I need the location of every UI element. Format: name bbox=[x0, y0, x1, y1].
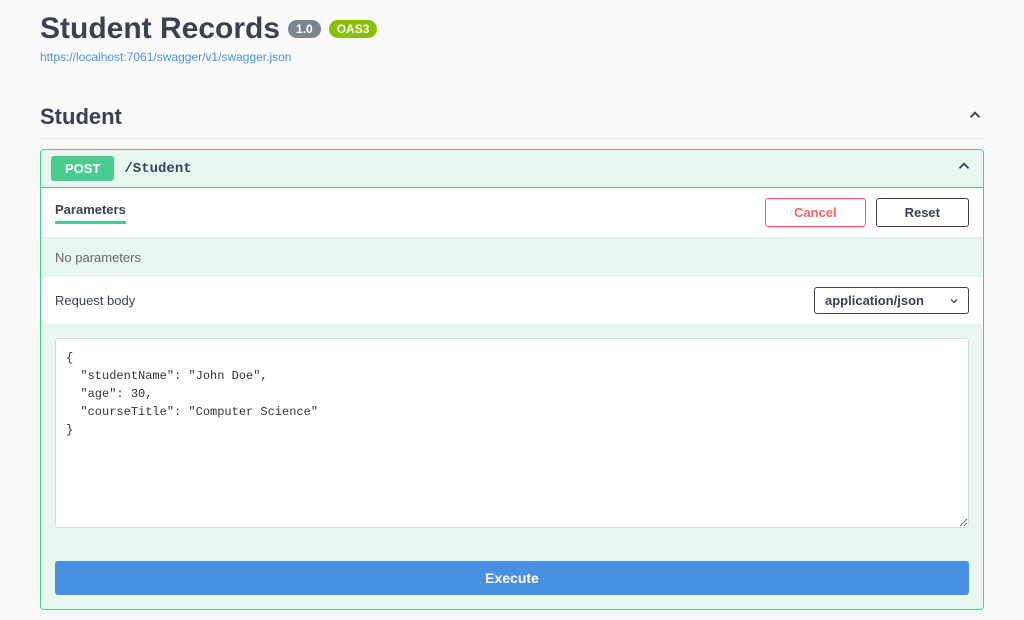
no-parameters-text: No parameters bbox=[41, 238, 983, 277]
request-body-editor[interactable] bbox=[55, 338, 969, 528]
operation-path: /Student bbox=[124, 161, 191, 177]
request-body-title: Request body bbox=[55, 293, 135, 308]
operation-block: POST /Student Parameters Cancel Reset No… bbox=[40, 149, 984, 610]
operation-summary[interactable]: POST /Student bbox=[41, 150, 983, 188]
tag-name: Student bbox=[40, 104, 122, 130]
api-title: Student Records bbox=[40, 12, 280, 46]
swagger-json-link[interactable]: https://localhost:7061/swagger/v1/swagge… bbox=[40, 50, 291, 64]
parameters-title: Parameters bbox=[55, 202, 126, 224]
chevron-up-icon bbox=[966, 106, 984, 129]
cancel-button[interactable]: Cancel bbox=[765, 198, 866, 227]
request-body-header: Request body application/json bbox=[41, 277, 983, 324]
parameters-header: Parameters Cancel Reset bbox=[41, 188, 983, 238]
api-header: Student Records 1.0 OAS3 https://localho… bbox=[40, 12, 984, 66]
tag-toggle[interactable]: Student bbox=[40, 96, 984, 139]
execute-button[interactable]: Execute bbox=[55, 561, 969, 595]
method-badge: POST bbox=[51, 156, 114, 181]
content-type-select[interactable]: application/json bbox=[814, 287, 969, 314]
chevron-up-icon bbox=[955, 157, 973, 180]
reset-button[interactable]: Reset bbox=[876, 198, 969, 227]
version-badge: 1.0 bbox=[288, 20, 321, 38]
oas-badge: OAS3 bbox=[329, 20, 378, 38]
